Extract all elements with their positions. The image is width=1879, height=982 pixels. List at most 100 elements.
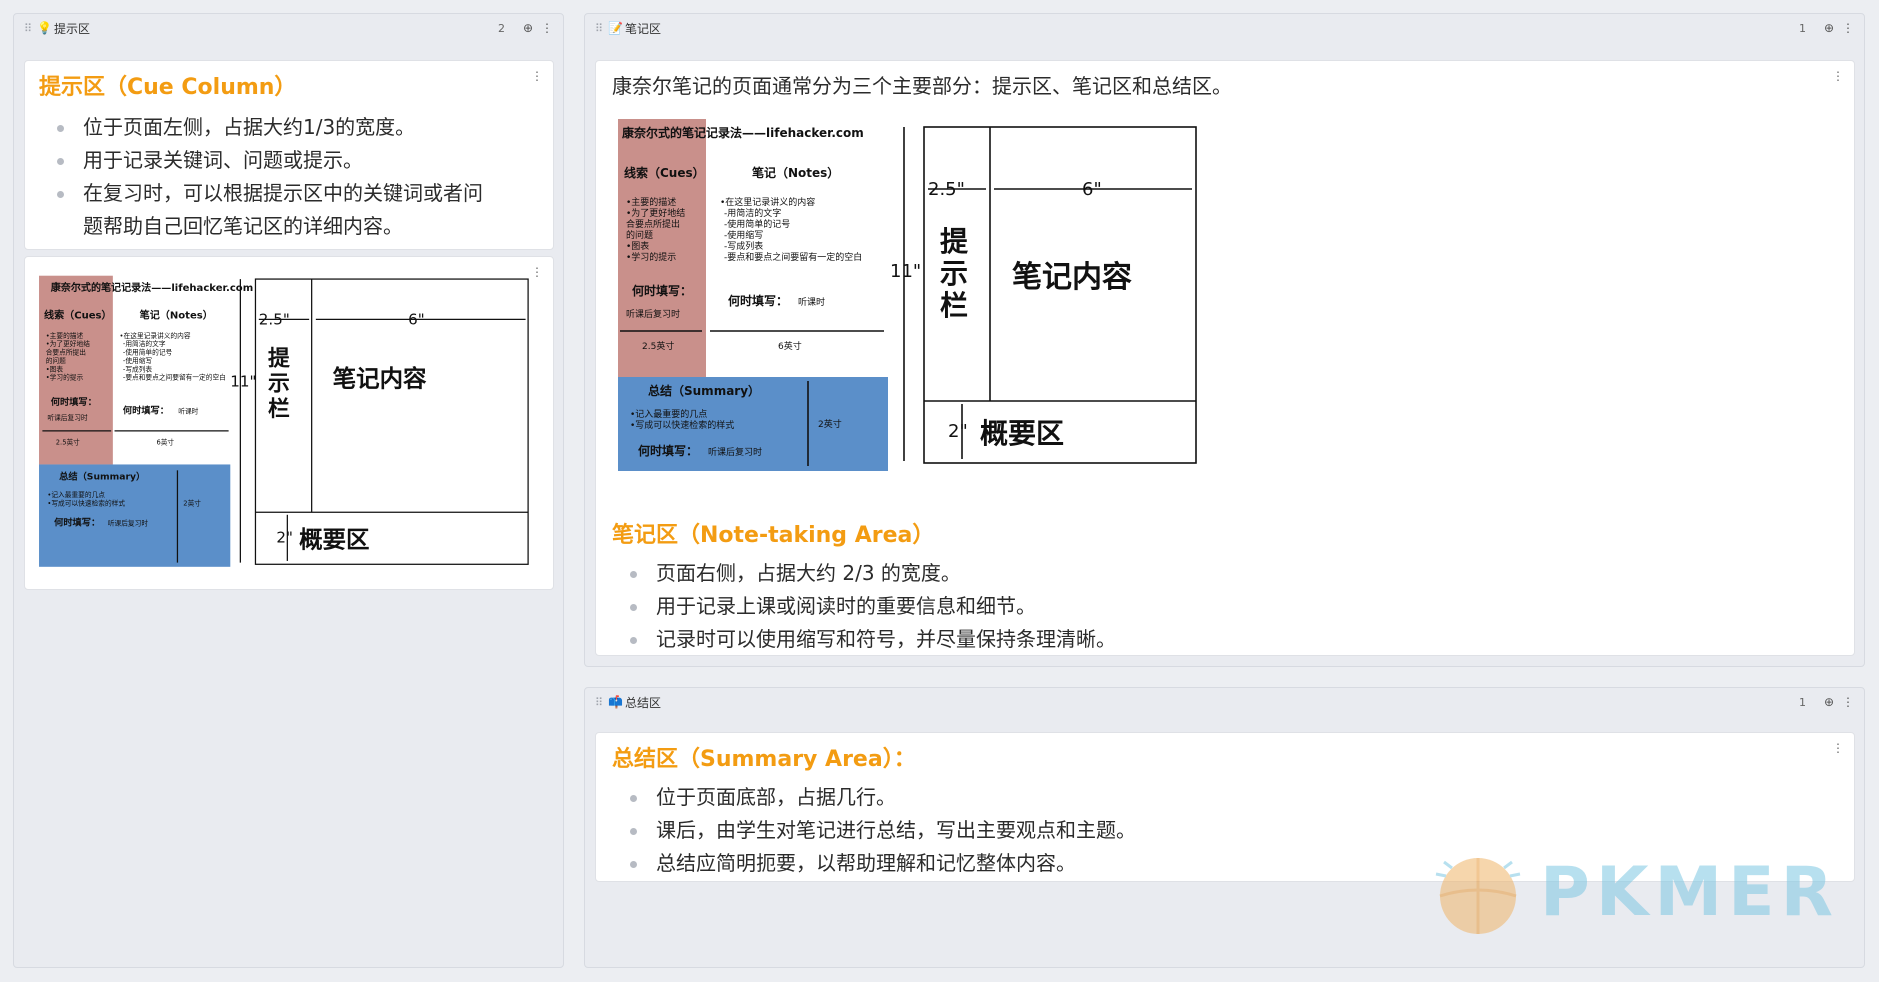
card-menu-icon[interactable]: ⋮ (531, 69, 543, 83)
list-item: 位于页面底部，占据几行。 (630, 781, 1838, 814)
diagram-text: 2.5英寸 (642, 340, 674, 352)
diagram-dim: 2.5" (928, 179, 965, 200)
diagram-text: 听课后复习时 (626, 308, 680, 320)
more-options-icon[interactable]: ⋮ (541, 21, 553, 35)
pkmer-watermark: PKMER (1430, 844, 1839, 940)
diagram-text: 听课时 (178, 406, 198, 415)
diagram-site: 康奈尔式的笔记记录法——lifehacker.com (51, 281, 253, 294)
diagram-text: •在这里记录讲义的内容 (120, 331, 191, 340)
diagram-cues-label: 线索（Cues） (44, 308, 112, 321)
diagram-text: •学习的提示 (626, 251, 676, 263)
mailbox-icon: 📫 (608, 695, 624, 709)
diagram-text: 6英寸 (778, 340, 802, 352)
diagram-when: 何时填写： (51, 396, 97, 408)
cue-image-card[interactable]: ⋮ 康奈尔式的笔记记录法——lifehacker.com 线索（Cues） 笔记… (24, 256, 554, 590)
diagram-summary-label: 总结（Summary） (59, 471, 145, 483)
card-menu-icon[interactable]: ⋮ (1832, 741, 1844, 755)
notes-list: 页面右侧，占据大约 2/3 的宽度。 用于记录上课或阅读时的重要信息和细节。 记… (612, 557, 1838, 656)
diagram-site: 康奈尔式的笔记记录法——lifehacker.com (622, 125, 864, 140)
cornell-diagram-image: 康奈尔式的笔记记录法——lifehacker.com 线索（Cues） 笔记（N… (612, 111, 1202, 471)
list-item: 位于页面左侧，占据大约1/3的宽度。 (57, 111, 539, 144)
diagram-text: -使用简单的记号 (724, 218, 790, 230)
diagram-when: 何时填写： (54, 517, 100, 529)
cue-text-card[interactable]: ⋮ 提示区（Cue Column） 位于页面左侧，占据大约1/3的宽度。 用于记… (24, 60, 554, 250)
cue-heading: 提示区（Cue Column） (39, 75, 297, 100)
diagram-summary-area: 概要区 (980, 417, 1064, 450)
more-options-icon[interactable]: ⋮ (1842, 21, 1854, 35)
summary-heading: 总结区（Summary Area）： (612, 747, 916, 772)
diagram-text: 2英寸 (818, 418, 842, 430)
diagram-text: -用简洁的文字 (123, 339, 166, 348)
diagram-text: •主要的描述 (626, 196, 676, 208)
diagram-when: 何时填写： (638, 443, 698, 458)
diagram-dim: 11" (230, 372, 256, 390)
diagram-text: 听课时 (798, 296, 825, 308)
lightbulb-icon: 💡 (37, 21, 53, 35)
diagram-text: -写成列表 (123, 364, 153, 373)
diagram-text: 合要点所提出 (626, 218, 680, 230)
list-item: 在复习时，可以根据提示区中的关键词或者问 题帮助自己回忆笔记区的详细内容。 (57, 177, 539, 243)
cornell-diagram-image: 康奈尔式的笔记记录法——lifehacker.com 线索（Cues） 笔记（N… (39, 269, 534, 579)
card-menu-icon[interactable]: ⋮ (1832, 69, 1844, 83)
diagram-text: 6英寸 (156, 437, 174, 446)
diagram-text: •图表 (626, 240, 649, 252)
diagram-when: 何时填写： (632, 283, 692, 298)
diagram-text: -要点和要点之间要留有一定的空白 (123, 373, 226, 382)
diagram-text: 听课后复习时 (108, 519, 149, 528)
diagram-dim: 2.5" (259, 310, 290, 328)
diagram-text: -使用简单的记号 (123, 348, 173, 357)
notes-column: ⠿ 📝 笔记区 1 ⊕ ⋮ ⋮ 康奈尔笔记的页面通常分为三个主要部分：提示区、笔… (584, 13, 1865, 667)
add-card-icon[interactable]: ⊕ (1824, 695, 1834, 709)
diagram-text: •为了更好地结 (626, 207, 685, 219)
diagram-text: •写成可以快速检索的样式 (47, 499, 125, 508)
card-count: 1 (1798, 21, 1806, 35)
diagram-text: •为了更好地结 (46, 339, 90, 348)
add-card-icon[interactable]: ⊕ (523, 21, 533, 35)
diagram-notes-area: 笔记内容 (1012, 260, 1132, 295)
column-title: 总结区 (625, 695, 662, 710)
diagram-cues-label: 线索（Cues） (624, 165, 705, 180)
cornell-diagram: 康奈尔式的笔记记录法——lifehacker.com 线索（Cues） 笔记（N… (612, 111, 1202, 471)
diagram-summary-area: 概要区 (299, 526, 369, 554)
cue-column: ⠿ 💡 提示区 2 ⊕ ⋮ ⋮ 提示区（Cue Column） 位于页面左侧，占… (13, 13, 564, 968)
diagram-text: 2.5英寸 (56, 437, 80, 446)
memo-icon: 📝 (608, 21, 624, 35)
diagram-cue-area: 示 (268, 372, 290, 397)
card-count: 2 (497, 21, 505, 35)
summary-column-header: ⠿ 📫 总结区 1 ⊕ ⋮ (585, 688, 1864, 716)
list-item: 记录时可以使用缩写和符号，并尽量保持条理清晰。 (630, 623, 1838, 656)
diagram-notes-label: 笔记（Notes） (752, 165, 839, 180)
diagram-text: 2英寸 (183, 499, 201, 508)
diagram-text: 听课后复习时 (47, 413, 88, 422)
diagram-text: •在这里记录讲义的内容 (720, 196, 815, 208)
diagram-summary-label: 总结（Summary） (648, 383, 760, 398)
column-title: 笔记区 (625, 21, 662, 36)
diagram-cue-area: 栏 (268, 396, 290, 422)
diagram-dim: 2" (276, 528, 293, 546)
diagram-text: •记入最重要的几点 (630, 408, 707, 420)
diagram-text: -要点和要点之间要留有一定的空白 (724, 251, 862, 263)
add-card-icon[interactable]: ⊕ (1824, 21, 1834, 35)
diagram-cue-area: 栏 (940, 289, 968, 322)
diagram-text: 合要点所提出 (46, 348, 86, 357)
diagram-text: 的问题 (46, 356, 66, 365)
notes-intro: 康奈尔笔记的页面通常分为三个主要部分：提示区、笔记区和总结区。 (612, 74, 1232, 98)
diagram-cue-area: 示 (940, 257, 968, 290)
drag-handle-icon[interactable]: ⠿ (24, 22, 32, 35)
diagram-text: -用简洁的文字 (724, 207, 781, 219)
card-count: 1 (1798, 695, 1806, 709)
diagram-text: •主要的描述 (46, 331, 84, 340)
diagram-dim: 6" (1082, 179, 1102, 200)
notes-heading: 笔记区（Note-taking Area） (612, 523, 935, 548)
list-item: 用于记录上课或阅读时的重要信息和细节。 (630, 590, 1838, 623)
notes-card[interactable]: ⋮ 康奈尔笔记的页面通常分为三个主要部分：提示区、笔记区和总结区。 康奈尔式的笔… (595, 60, 1855, 656)
diagram-when: 何时填写： (728, 293, 788, 308)
diagram-text: -写成列表 (724, 240, 763, 252)
drag-handle-icon[interactable]: ⠿ (595, 696, 603, 709)
diagram-cue-area: 提 (940, 225, 969, 258)
watermark-text: PKMER (1539, 852, 1839, 932)
drag-handle-icon[interactable]: ⠿ (595, 22, 603, 35)
diagram-cue-area: 提 (268, 345, 290, 371)
list-item: 页面右侧，占据大约 2/3 的宽度。 (630, 557, 1838, 590)
more-options-icon[interactable]: ⋮ (1842, 695, 1854, 709)
